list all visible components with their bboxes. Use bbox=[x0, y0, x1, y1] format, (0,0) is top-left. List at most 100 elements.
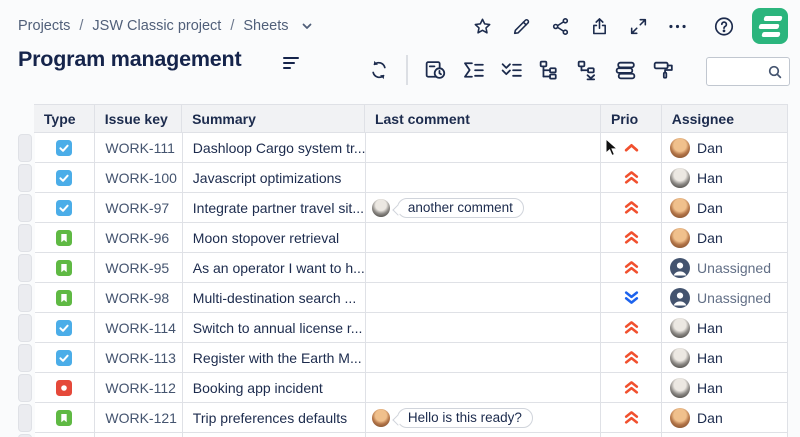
summary-cell[interactable]: Javascript optimizations bbox=[182, 163, 366, 193]
row-drag-handle[interactable] bbox=[18, 404, 32, 432]
summary-cell[interactable]: Multi-destination search ... bbox=[182, 283, 366, 313]
last-comment-cell[interactable] bbox=[365, 253, 602, 283]
breadcrumb-projects[interactable]: Projects bbox=[18, 18, 70, 34]
search-box[interactable] bbox=[706, 57, 790, 86]
hierarchy-sort-icon[interactable] bbox=[574, 57, 601, 84]
row-drag-handle[interactable] bbox=[18, 254, 32, 282]
assignee-cell[interactable]: Han bbox=[662, 343, 788, 373]
column-header-prio[interactable]: Prio bbox=[600, 104, 662, 133]
chevron-down-icon[interactable] bbox=[300, 19, 314, 33]
priority-cell[interactable] bbox=[601, 373, 663, 403]
issue-type-cell[interactable] bbox=[34, 373, 96, 403]
last-comment-cell[interactable] bbox=[365, 283, 602, 313]
issue-key-cell[interactable] bbox=[95, 433, 183, 437]
last-comment-cell[interactable] bbox=[365, 163, 602, 193]
issue-type-cell[interactable] bbox=[34, 313, 96, 343]
edit-icon[interactable] bbox=[510, 15, 532, 37]
assignee-cell[interactable]: Unassigned bbox=[662, 283, 788, 313]
issue-key-cell[interactable]: WORK-98 bbox=[95, 283, 183, 313]
star-icon[interactable] bbox=[471, 15, 493, 37]
priority-cell[interactable] bbox=[601, 313, 663, 343]
issue-key-cell[interactable]: WORK-95 bbox=[95, 253, 183, 283]
issue-key-cell[interactable]: WORK-112 bbox=[95, 373, 183, 403]
issue-key-cell[interactable]: WORK-100 bbox=[95, 163, 183, 193]
summary-cell[interactable]: Booking app incident bbox=[182, 373, 366, 403]
column-header-type[interactable]: Type bbox=[33, 104, 95, 133]
row-drag-handle[interactable] bbox=[18, 374, 32, 402]
last-comment-cell[interactable]: another comment bbox=[365, 193, 602, 223]
row-drag-handle[interactable] bbox=[18, 314, 32, 342]
issue-key-cell[interactable]: WORK-111 bbox=[95, 133, 183, 163]
priority-cell[interactable] bbox=[601, 223, 663, 253]
last-comment-cell[interactable] bbox=[365, 373, 602, 403]
row-groups-icon[interactable] bbox=[612, 57, 639, 84]
priority-cell[interactable] bbox=[601, 343, 663, 373]
issue-key-cell[interactable]: WORK-113 bbox=[95, 343, 183, 373]
assignee-cell[interactable]: Han bbox=[662, 373, 788, 403]
last-comment-cell[interactable] bbox=[365, 133, 602, 163]
sum-list-icon[interactable] bbox=[460, 57, 487, 84]
export-icon[interactable] bbox=[588, 15, 610, 37]
hierarchy-icon[interactable] bbox=[536, 57, 563, 84]
priority-cell[interactable] bbox=[601, 163, 663, 193]
priority-cell[interactable] bbox=[601, 193, 663, 223]
summary-cell[interactable]: Moon stopover retrieval bbox=[182, 223, 366, 253]
issue-type-cell[interactable] bbox=[34, 223, 96, 253]
assignee-cell[interactable]: Dan bbox=[662, 223, 788, 253]
description-lines-icon[interactable] bbox=[283, 57, 300, 70]
summary-cell[interactable]: Integrate partner travel sit... bbox=[182, 193, 366, 223]
time-report-icon[interactable] bbox=[422, 57, 449, 84]
fullscreen-icon[interactable] bbox=[627, 15, 649, 37]
last-comment-cell[interactable]: Hello is this ready? bbox=[365, 403, 602, 433]
assignee-cell[interactable] bbox=[662, 433, 788, 437]
search-input[interactable] bbox=[711, 63, 767, 80]
more-icon[interactable] bbox=[666, 15, 688, 37]
summary-cell[interactable]: Register with the Earth M... bbox=[182, 343, 366, 373]
priority-cell[interactable] bbox=[601, 133, 663, 163]
app-logo[interactable] bbox=[752, 8, 788, 44]
collapse-list-icon[interactable] bbox=[498, 57, 525, 84]
summary-cell[interactable]: Trip preferences defaults bbox=[182, 403, 366, 433]
share-icon[interactable] bbox=[549, 15, 571, 37]
refresh-icon[interactable] bbox=[366, 57, 393, 84]
last-comment-cell[interactable] bbox=[365, 343, 602, 373]
issue-type-cell[interactable] bbox=[34, 163, 96, 193]
row-drag-handle[interactable] bbox=[18, 194, 32, 222]
issue-type-cell[interactable] bbox=[34, 403, 96, 433]
priority-cell[interactable] bbox=[601, 253, 663, 283]
breadcrumb-project[interactable]: JSW Classic project bbox=[92, 18, 221, 34]
issue-key-cell[interactable]: WORK-114 bbox=[95, 313, 183, 343]
priority-cell[interactable] bbox=[601, 433, 663, 437]
issue-type-cell[interactable] bbox=[34, 253, 96, 283]
assignee-cell[interactable]: Dan bbox=[662, 133, 788, 163]
row-drag-handle[interactable] bbox=[18, 164, 32, 192]
assignee-cell[interactable]: Dan bbox=[662, 403, 788, 433]
issue-type-cell[interactable] bbox=[34, 433, 96, 437]
issue-key-cell[interactable]: WORK-97 bbox=[95, 193, 183, 223]
format-painter-icon[interactable] bbox=[650, 57, 677, 84]
assignee-cell[interactable]: Han bbox=[662, 313, 788, 343]
issue-type-cell[interactable] bbox=[34, 193, 96, 223]
row-drag-handle[interactable] bbox=[18, 134, 32, 162]
assignee-cell[interactable]: Dan bbox=[662, 193, 788, 223]
issue-key-cell[interactable]: WORK-96 bbox=[95, 223, 183, 253]
last-comment-cell[interactable] bbox=[365, 433, 602, 437]
assignee-cell[interactable]: Han bbox=[662, 163, 788, 193]
row-drag-handle[interactable] bbox=[18, 284, 32, 312]
summary-cell[interactable]: As an operator I want to h... bbox=[182, 253, 366, 283]
priority-cell[interactable] bbox=[601, 403, 663, 433]
summary-cell[interactable]: Switch to annual license r... bbox=[182, 313, 366, 343]
row-drag-handle[interactable] bbox=[18, 224, 32, 252]
last-comment-cell[interactable] bbox=[365, 313, 602, 343]
summary-cell[interactable]: Dashloop Cargo system tr... bbox=[182, 133, 366, 163]
issue-type-cell[interactable] bbox=[34, 283, 96, 313]
summary-cell[interactable] bbox=[182, 433, 366, 437]
issue-type-cell[interactable] bbox=[34, 133, 96, 163]
issue-type-cell[interactable] bbox=[34, 343, 96, 373]
priority-cell[interactable] bbox=[601, 283, 663, 313]
row-drag-handle[interactable] bbox=[18, 344, 32, 372]
column-header-last-comment[interactable]: Last comment bbox=[364, 104, 601, 133]
column-header-summary[interactable]: Summary bbox=[182, 104, 365, 133]
last-comment-cell[interactable] bbox=[365, 223, 602, 253]
breadcrumb-sheets[interactable]: Sheets bbox=[243, 18, 288, 34]
